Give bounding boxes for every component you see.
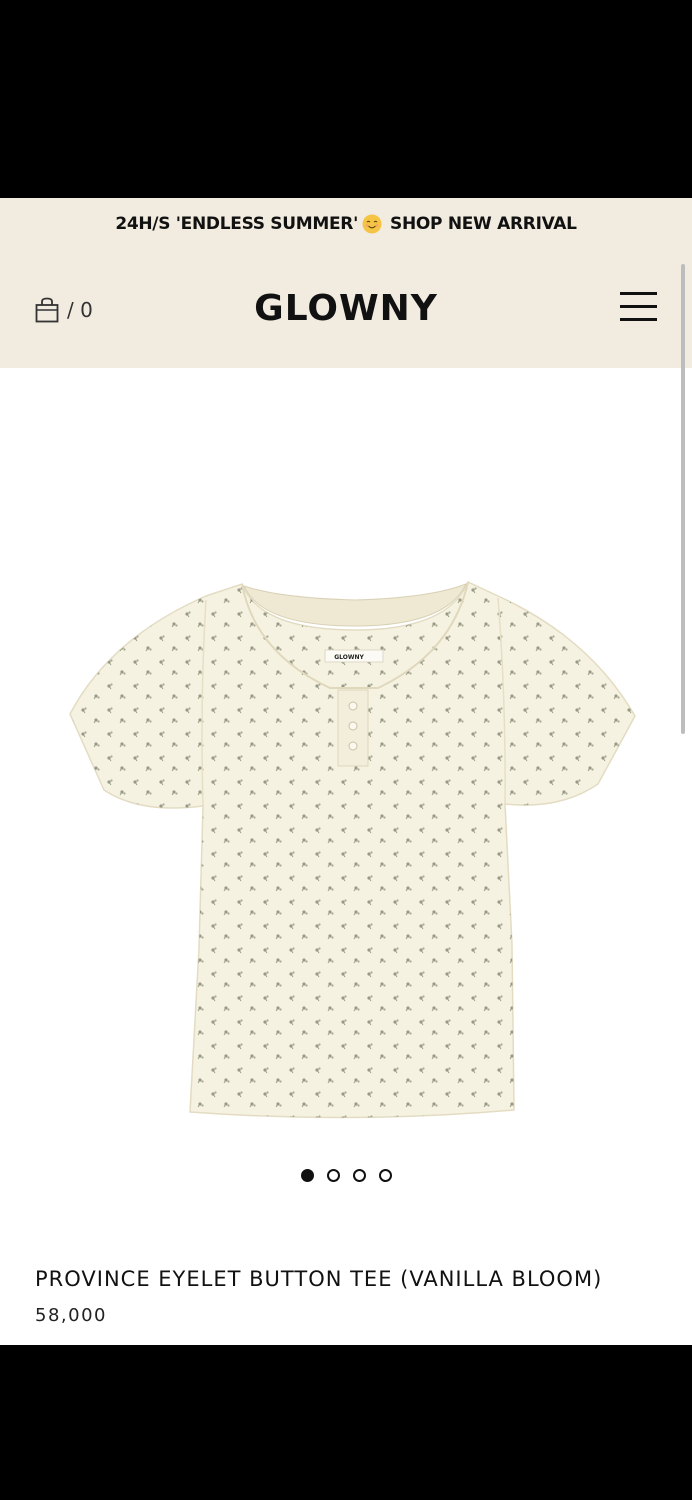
hamburger-menu-icon[interactable] [620,292,658,326]
smiling-sun-emoji-icon [362,214,382,234]
carousel-dot-2[interactable] [326,1169,340,1182]
announcement-text: 24H/S 'ENDLESS SUMMER' [115,214,359,234]
garment-label-text: GLOWNY [334,654,364,661]
product-title: PROVINCE EYELET BUTTON TEE (VANILLA BLOO… [35,1267,603,1291]
shop-new-arrival-link[interactable]: SHOP NEW ARRIVAL [390,214,577,234]
brand-logo[interactable]: GLOWNY [0,288,692,329]
status-bar [0,0,692,198]
announcement-bar[interactable]: 24H/S 'ENDLESS SUMMER' SHOP NEW ARRIVAL [0,198,692,250]
carousel-dot-3[interactable] [352,1169,366,1182]
site-header: / 0 GLOWNY [0,250,692,368]
carousel-dot-4[interactable] [378,1169,392,1182]
image-carousel-indicator [0,1169,692,1182]
product-page: 24H/S 'ENDLESS SUMMER' SHOP NEW ARRIVAL … [0,198,692,1345]
navigation-bar [0,1345,692,1500]
product-image[interactable]: GLOWNY [0,368,692,1148]
carousel-dot-1[interactable] [300,1169,314,1182]
product-price: 58,000 [35,1305,107,1326]
